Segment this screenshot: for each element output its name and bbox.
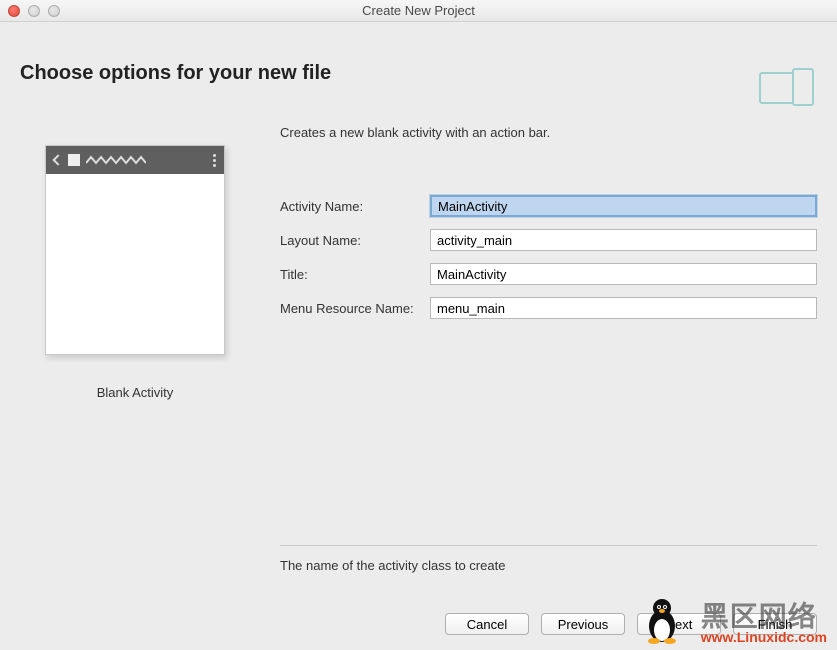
preview-column: Blank Activity [20, 125, 250, 400]
input-menu-resource[interactable] [430, 297, 817, 319]
previous-button[interactable]: Previous [541, 613, 625, 635]
preview-label: Blank Activity [97, 385, 174, 400]
back-icon [52, 154, 63, 165]
hint-text: The name of the activity class to create [280, 558, 817, 573]
finish-button[interactable]: Finish [733, 613, 817, 635]
row-layout-name: Layout Name: [280, 229, 817, 251]
content: Blank Activity Creates a new blank activ… [0, 95, 837, 400]
form-column: Creates a new blank activity with an act… [280, 125, 817, 400]
input-layout-name[interactable] [430, 229, 817, 251]
preview-actionbar [46, 146, 224, 174]
input-title[interactable] [430, 263, 817, 285]
activity-preview [45, 145, 225, 355]
titlebar: Create New Project [0, 0, 837, 22]
device-icon [759, 67, 815, 107]
row-menu-resource: Menu Resource Name: [280, 297, 817, 319]
next-button[interactable]: Next [637, 613, 721, 635]
input-activity-name[interactable] [430, 195, 817, 217]
cancel-button[interactable]: Cancel [445, 613, 529, 635]
row-activity-name: Activity Name: [280, 195, 817, 217]
window-title: Create New Project [0, 3, 837, 18]
label-activity-name: Activity Name: [280, 199, 430, 214]
footer: The name of the activity class to create… [280, 545, 817, 635]
label-menu-resource: Menu Resource Name: [280, 301, 430, 316]
row-title: Title: [280, 263, 817, 285]
label-layout-name: Layout Name: [280, 233, 430, 248]
app-icon [68, 154, 80, 166]
page-title: Choose options for your new file [20, 62, 817, 85]
button-row: Cancel Previous Next Finish [280, 613, 817, 635]
form-description: Creates a new blank activity with an act… [280, 125, 817, 140]
divider [280, 545, 817, 546]
header: Choose options for your new file [0, 22, 837, 95]
label-title: Title: [280, 267, 430, 282]
overflow-menu-icon [213, 154, 216, 167]
title-placeholder-icon [86, 155, 146, 165]
